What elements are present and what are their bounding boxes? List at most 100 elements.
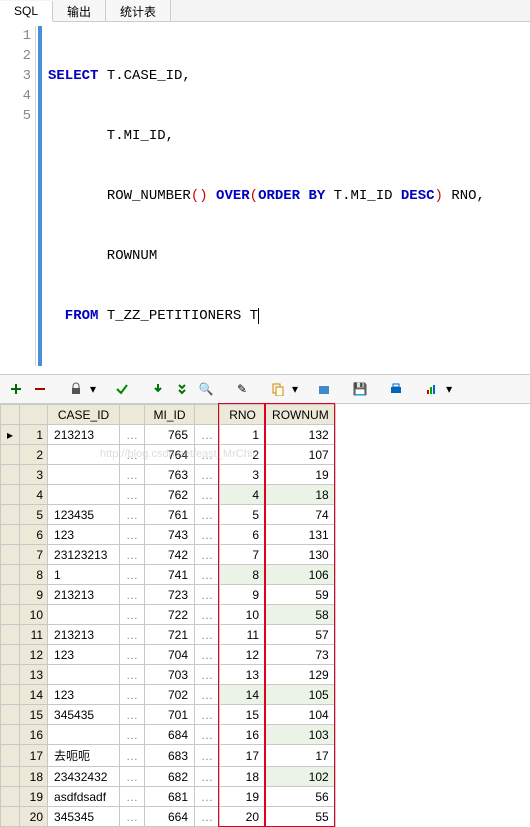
table-row[interactable]: ▸1213213…765…1132 [1, 425, 336, 445]
cell-rownum[interactable]: 107 [266, 445, 336, 465]
cell-rno[interactable]: 8 [220, 565, 266, 585]
cell-rownum[interactable]: 106 [266, 565, 336, 585]
cell-rownum[interactable]: 18 [266, 485, 336, 505]
row-number-cell[interactable]: 11 [20, 625, 48, 645]
row-number-cell[interactable]: 17 [20, 745, 48, 767]
cell-rno[interactable]: 12 [220, 645, 266, 665]
cell-rno[interactable]: 13 [220, 665, 266, 685]
cell-case-id-ellipsis[interactable]: … [120, 505, 145, 525]
cell-mi-id[interactable]: 742 [145, 545, 195, 565]
cell-mi-id-ellipsis[interactable]: … [195, 767, 220, 787]
cell-case-id[interactable]: 23123213 [48, 545, 120, 565]
commit-button[interactable] [112, 379, 132, 399]
cell-rownum[interactable]: 102 [266, 767, 336, 787]
cell-mi-id-ellipsis[interactable]: … [195, 545, 220, 565]
table-row[interactable]: 20345345…664…2055 [1, 807, 336, 827]
cell-mi-id[interactable]: 682 [145, 767, 195, 787]
cell-case-id[interactable]: asdfdsadf [48, 787, 120, 807]
table-row[interactable]: 10…722…1058 [1, 605, 336, 625]
col-mi-id-expand[interactable] [195, 405, 220, 425]
cell-rno[interactable]: 18 [220, 767, 266, 787]
cell-case-id-ellipsis[interactable]: … [120, 425, 145, 445]
cell-case-id[interactable]: 123 [48, 645, 120, 665]
cell-case-id[interactable]: 123 [48, 525, 120, 545]
export-button[interactable] [314, 379, 334, 399]
lock-button[interactable] [66, 379, 86, 399]
cell-case-id[interactable] [48, 445, 120, 465]
row-number-cell[interactable]: 7 [20, 545, 48, 565]
cell-case-id[interactable]: 213213 [48, 625, 120, 645]
cell-rownum[interactable]: 17 [266, 745, 336, 767]
row-number-cell[interactable]: 18 [20, 767, 48, 787]
cell-mi-id-ellipsis[interactable]: … [195, 525, 220, 545]
table-row[interactable]: 12123…704…1273 [1, 645, 336, 665]
cell-rno[interactable]: 9 [220, 585, 266, 605]
cell-mi-id-ellipsis[interactable]: … [195, 445, 220, 465]
table-row[interactable]: 6123…743…6131 [1, 525, 336, 545]
cell-mi-id[interactable]: 684 [145, 725, 195, 745]
add-button[interactable] [6, 379, 26, 399]
cell-rno[interactable]: 17 [220, 745, 266, 767]
cell-case-id-ellipsis[interactable]: … [120, 725, 145, 745]
cell-case-id[interactable]: 213213 [48, 425, 120, 445]
cell-rownum[interactable]: 130 [266, 545, 336, 565]
row-number-cell[interactable]: 5 [20, 505, 48, 525]
table-row[interactable]: 723123213…742…7130 [1, 545, 336, 565]
row-number-cell[interactable]: 8 [20, 565, 48, 585]
cell-case-id[interactable] [48, 725, 120, 745]
cell-case-id[interactable]: 1 [48, 565, 120, 585]
row-number-cell[interactable]: 12 [20, 645, 48, 665]
table-row[interactable]: 16…684…16103 [1, 725, 336, 745]
cell-rno[interactable]: 4 [220, 485, 266, 505]
find-button[interactable]: 🔍 [196, 379, 216, 399]
cell-rownum[interactable]: 74 [266, 505, 336, 525]
cell-mi-id[interactable]: 763 [145, 465, 195, 485]
cell-rno[interactable]: 5 [220, 505, 266, 525]
cell-case-id-ellipsis[interactable]: … [120, 485, 145, 505]
print-button[interactable] [386, 379, 406, 399]
row-number-cell[interactable]: 3 [20, 465, 48, 485]
cell-case-id[interactable] [48, 605, 120, 625]
row-number-cell[interactable]: 1 [20, 425, 48, 445]
cell-case-id-ellipsis[interactable]: … [120, 465, 145, 485]
table-row[interactable]: 17去呃呃…683…1717 [1, 745, 336, 767]
cell-rownum[interactable]: 73 [266, 645, 336, 665]
tab-stats[interactable]: 统计表 [106, 0, 171, 21]
row-number-cell[interactable]: 2 [20, 445, 48, 465]
cell-mi-id-ellipsis[interactable]: … [195, 645, 220, 665]
code-area[interactable]: SELECT T.CASE_ID, T.MI_ID, ROW_NUMBER() … [42, 26, 485, 366]
tab-output[interactable]: 输出 [53, 0, 106, 21]
cell-rno[interactable]: 15 [220, 705, 266, 725]
cell-rno[interactable]: 11 [220, 625, 266, 645]
col-case-id[interactable]: CASE_ID [48, 405, 120, 425]
cell-rownum[interactable]: 19 [266, 465, 336, 485]
cell-mi-id[interactable]: 762 [145, 485, 195, 505]
cell-case-id[interactable]: 去呃呃 [48, 745, 120, 767]
col-rno[interactable]: RNO [220, 405, 266, 425]
table-row[interactable]: 1823432432…682…18102 [1, 767, 336, 787]
table-row[interactable]: 9213213…723…959 [1, 585, 336, 605]
cell-rownum[interactable]: 131 [266, 525, 336, 545]
cell-rno[interactable]: 2 [220, 445, 266, 465]
cell-case-id-ellipsis[interactable]: … [120, 745, 145, 767]
cell-mi-id[interactable]: 765 [145, 425, 195, 445]
cell-case-id[interactable] [48, 465, 120, 485]
cell-rownum[interactable]: 129 [266, 665, 336, 685]
cell-rownum[interactable]: 132 [266, 425, 336, 445]
fetch-all-button[interactable] [172, 379, 192, 399]
cell-mi-id-ellipsis[interactable]: … [195, 787, 220, 807]
cell-rownum[interactable]: 58 [266, 605, 336, 625]
row-number-cell[interactable]: 20 [20, 807, 48, 827]
results-grid[interactable]: CASE_ID MI_ID RNO ROWNUM ▸1213213…765…11… [0, 404, 336, 827]
table-row[interactable]: 14123…702…14105 [1, 685, 336, 705]
cell-case-id-ellipsis[interactable]: … [120, 767, 145, 787]
row-number-cell[interactable]: 19 [20, 787, 48, 807]
cell-case-id-ellipsis[interactable]: … [120, 585, 145, 605]
cell-mi-id[interactable]: 722 [145, 605, 195, 625]
cell-rownum[interactable]: 56 [266, 787, 336, 807]
cell-mi-id-ellipsis[interactable]: … [195, 485, 220, 505]
col-case-id-expand[interactable] [120, 405, 145, 425]
cell-mi-id-ellipsis[interactable]: … [195, 505, 220, 525]
cell-case-id[interactable]: 123435 [48, 505, 120, 525]
sql-editor[interactable]: 12345 SELECT T.CASE_ID, T.MI_ID, ROW_NUM… [0, 22, 530, 375]
